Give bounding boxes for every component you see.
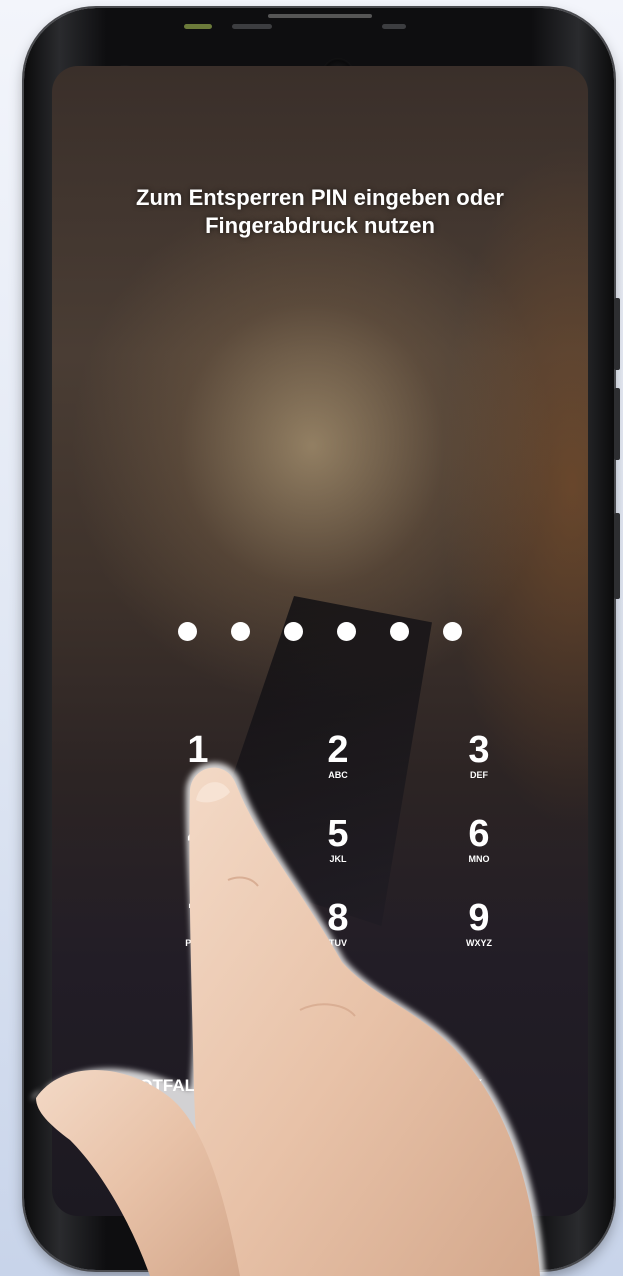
emergency-call-button[interactable]: NOTFALL bbox=[127, 1076, 205, 1096]
key-digit: 3 bbox=[468, 729, 490, 771]
key-letters: TUV bbox=[329, 938, 347, 948]
key-letters: JKL bbox=[329, 854, 347, 864]
volume-up-button bbox=[614, 298, 620, 370]
pin-dot bbox=[390, 622, 409, 641]
power-button bbox=[614, 513, 620, 599]
lock-screen: Zum Entsperren PIN eingeben oder Fingera… bbox=[52, 66, 588, 1216]
key-letters: DEF bbox=[470, 770, 488, 780]
key-digit: 9 bbox=[468, 897, 490, 939]
key-8[interactable]: 8 TUV bbox=[298, 898, 378, 968]
top-slot-right bbox=[382, 24, 406, 29]
top-indicator bbox=[184, 24, 212, 29]
speaker-grille bbox=[268, 14, 372, 18]
pin-dot bbox=[443, 622, 462, 641]
key-3[interactable]: 3 DEF bbox=[439, 730, 519, 800]
pin-dot bbox=[337, 622, 356, 641]
key-letters: ABC bbox=[328, 770, 348, 780]
key-letters: PQRS bbox=[185, 938, 211, 948]
key-digit: 6 bbox=[468, 813, 490, 855]
key-letters: WXYZ bbox=[466, 938, 492, 948]
key-digit: 4 bbox=[187, 813, 209, 855]
key-6[interactable]: 6 MNO bbox=[439, 814, 519, 884]
pin-dot bbox=[178, 622, 197, 641]
key-digit: 5 bbox=[327, 813, 349, 855]
key-letters: GHI bbox=[189, 854, 206, 864]
unlock-prompt: Zum Entsperren PIN eingeben oder Fingera… bbox=[136, 185, 504, 238]
key-digit: 2 bbox=[327, 729, 349, 771]
volume-down-button bbox=[614, 388, 620, 460]
pin-dot bbox=[231, 622, 250, 641]
key-7[interactable]: 7 PQRS bbox=[158, 898, 238, 968]
key-4[interactable]: 4 GHI bbox=[158, 814, 238, 884]
key-2[interactable]: 2 ABC bbox=[298, 730, 378, 800]
top-slot-left bbox=[232, 24, 272, 29]
key-digit: 1 bbox=[187, 729, 209, 771]
key-letters: MNO bbox=[468, 854, 490, 864]
key-9[interactable]: 9 WXYZ bbox=[439, 898, 519, 968]
key-digit: 8 bbox=[327, 897, 349, 939]
key-5[interactable]: 5 JKL bbox=[298, 814, 378, 884]
pin-dots bbox=[52, 622, 588, 641]
back-button[interactable]: CK bbox=[458, 1076, 483, 1096]
key-1[interactable]: 1 bbox=[158, 730, 238, 800]
pin-dot bbox=[284, 622, 303, 641]
phone-frame: Zum Entsperren PIN eingeben oder Fingera… bbox=[24, 8, 620, 1270]
key-digit: 7 bbox=[187, 897, 209, 939]
